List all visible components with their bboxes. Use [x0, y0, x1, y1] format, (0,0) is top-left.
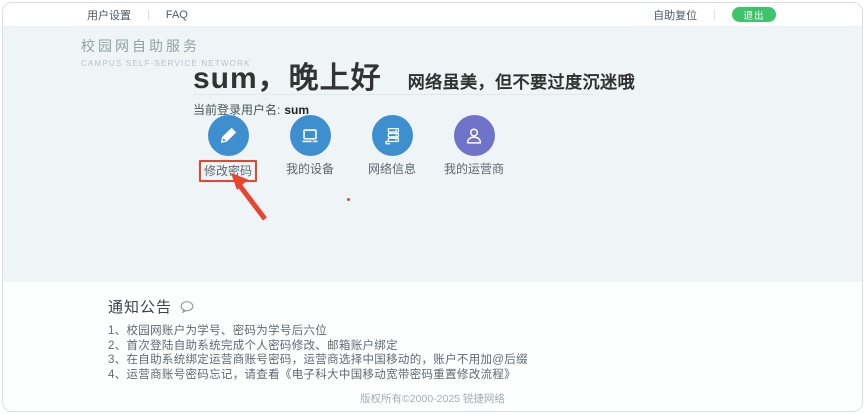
action-change-password[interactable]: 修改密码	[187, 115, 269, 182]
top-bar: 用户设置 | FAQ 自助复位 | 退出	[3, 3, 862, 27]
user-settings-link[interactable]: 用户设置	[87, 7, 131, 23]
notice-list: 1、校园网账户为学号、密码为学号后六位 2、首次登陆自助系统完成个人密码修改、邮…	[108, 324, 528, 382]
pencil-icon[interactable]	[208, 115, 249, 156]
notice-item: 2、首次登陆自助系统完成个人密码修改、邮箱账户绑定	[108, 339, 528, 354]
topbar-right-group: 自助复位 | 退出	[653, 7, 776, 23]
greeting-row: sum，晚上好 网络虽美，但不要过度沉迷哦	[193, 53, 635, 97]
logout-button[interactable]: 退出	[732, 7, 776, 22]
action-my-carrier[interactable]: 我的运营商	[433, 115, 515, 182]
action-label-my-carrier: 我的运营商	[444, 160, 504, 177]
hero-section: 校园网自助服务 CAMPUS SELF-SERVICE NETWORK sum，…	[3, 27, 862, 282]
notices-header: 通知公告	[108, 296, 195, 317]
action-my-devices[interactable]: 我的设备	[269, 115, 351, 182]
topbar-divider: |	[147, 9, 150, 21]
action-row: 修改密码 我的设备	[187, 115, 515, 182]
copyright-footer: 版权所有©2000-2025 锐捷网络	[3, 391, 862, 406]
page-container: 用户设置 | FAQ 自助复位 | 退出 校园网自助服务 CAMPUS SELF…	[2, 2, 863, 412]
server-icon[interactable]	[372, 115, 413, 156]
action-label-my-devices: 我的设备	[286, 160, 334, 177]
notice-item: 4、运营商账号密码忘记，请查看《电子科大中国移动宽带密码重置修改流程》	[108, 368, 528, 383]
faq-link[interactable]: FAQ	[166, 9, 188, 21]
notice-item: 3、在自助系统绑定运营商账号密码，运营商选择中国移动的，账户不用加@后缀	[108, 353, 528, 368]
self-reset-link[interactable]: 自助复位	[653, 7, 697, 23]
topbar-divider: |	[713, 9, 716, 21]
action-network-info[interactable]: 网络信息	[351, 115, 433, 182]
slogan-text: 网络虽美，但不要过度沉迷哦	[408, 68, 636, 93]
notices-title: 通知公告	[108, 296, 172, 317]
greeting-text: sum，晚上好	[193, 53, 382, 97]
user-icon[interactable]	[454, 115, 495, 156]
annotation-dot	[347, 198, 350, 201]
speech-bubble-icon	[179, 300, 195, 314]
action-label-change-password: 修改密码	[199, 160, 257, 182]
action-label-network-info: 网络信息	[368, 160, 416, 177]
notice-item: 1、校园网账户为学号、密码为学号后六位	[108, 324, 528, 339]
topbar-left-group: 用户设置 | FAQ	[87, 7, 188, 23]
notices-section: 通知公告 1、校园网账户为学号、密码为学号后六位 2、首次登陆自助系统完成个人密…	[3, 282, 862, 412]
laptop-icon[interactable]	[290, 115, 331, 156]
